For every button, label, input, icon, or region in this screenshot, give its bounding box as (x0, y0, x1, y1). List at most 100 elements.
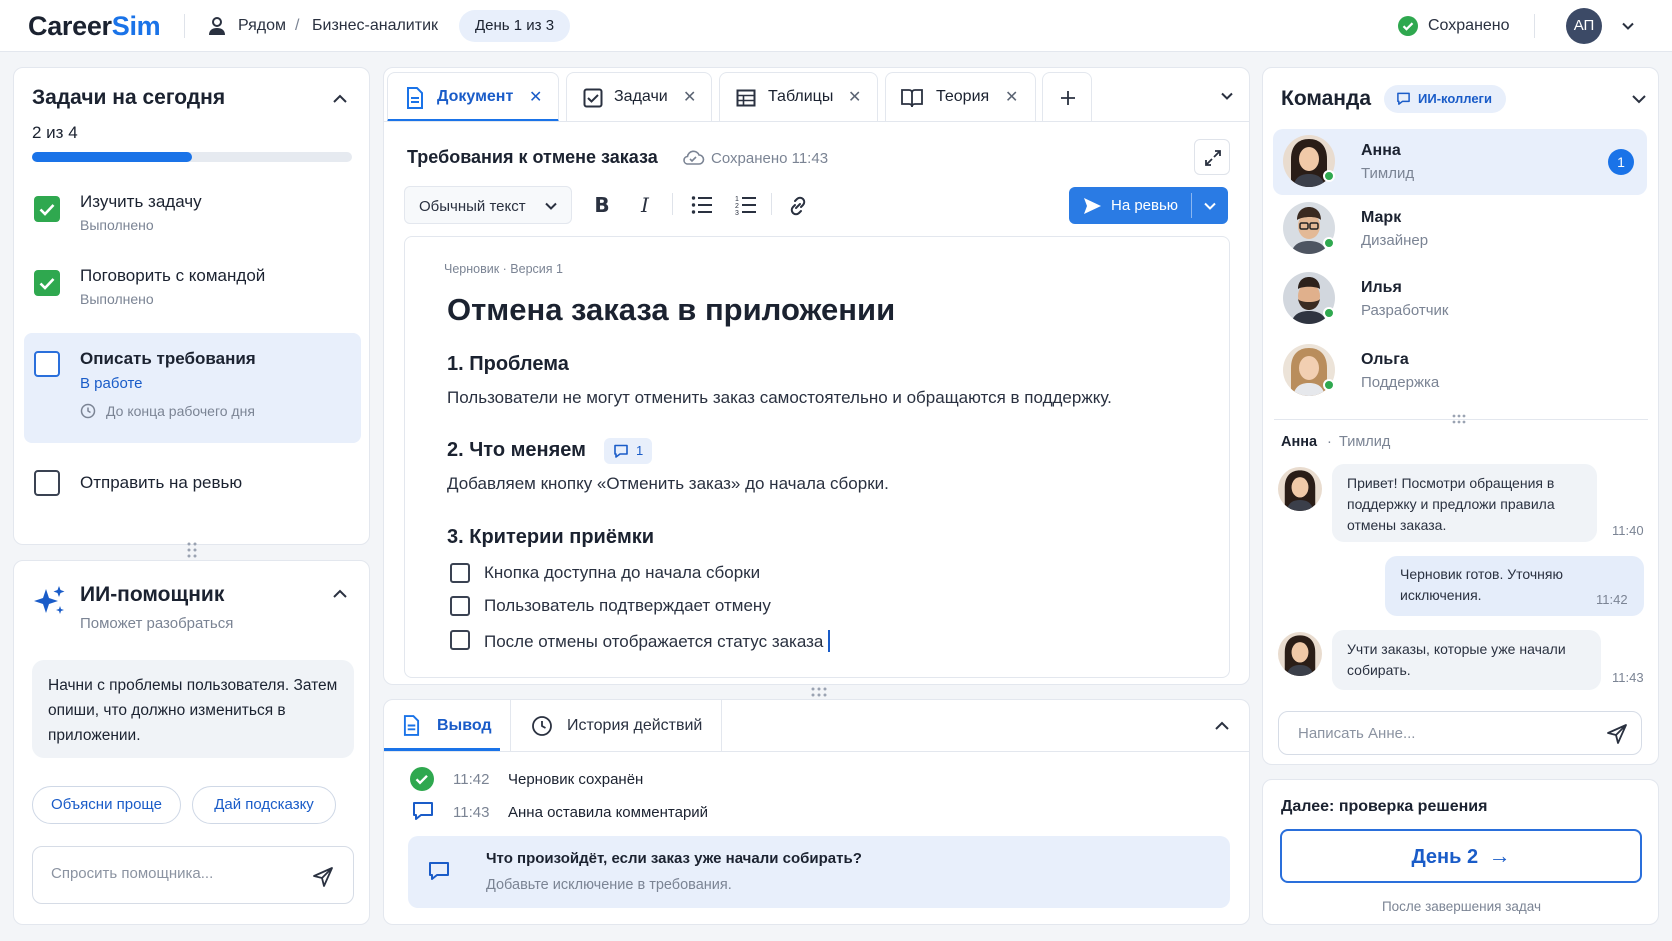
log-text: Черновик сохранён (508, 771, 644, 788)
user-icon (209, 17, 225, 35)
member-olga[interactable]: Ольга Поддержка (1273, 338, 1647, 404)
callout-title: Что произойдёт, если заказ уже начали со… (486, 850, 862, 867)
chevron-up-icon[interactable] (1213, 717, 1231, 735)
text-style-select[interactable]: Обычный текст (404, 186, 572, 224)
tasks-title: Задачи на сегодня (32, 86, 226, 109)
avatar[interactable]: АП (1566, 8, 1602, 44)
criteria-checkbox[interactable] (450, 563, 470, 583)
tab-output[interactable]: Вывод (384, 700, 500, 751)
task-title: Описать требования (80, 349, 256, 368)
tab-tasks[interactable]: Задачи ✕ (566, 72, 712, 122)
criteria-text: Пользователь подтверждает отмену (484, 596, 771, 615)
chevron-up-icon[interactable] (331, 585, 349, 603)
chevron-down-icon[interactable] (1219, 88, 1235, 104)
member-mark[interactable]: Марк Дизайнер (1273, 196, 1647, 262)
member-role: Тимлид (1361, 165, 1415, 182)
member-name: Илья (1361, 279, 1402, 296)
document-icon (403, 715, 420, 736)
avatar (1278, 632, 1322, 676)
member-role: Разработчик (1361, 302, 1449, 319)
chevron-down-icon[interactable] (1620, 18, 1636, 34)
message-time: 11:42 (1596, 592, 1628, 607)
text-cursor (828, 630, 831, 652)
explain-simpler-button[interactable]: Объясни проще (32, 786, 181, 824)
member-role: Дизайнер (1361, 232, 1429, 249)
section-title: 1. Проблема (447, 353, 569, 375)
close-icon[interactable]: ✕ (683, 87, 696, 107)
document-saved-time: Сохранено 11:43 (711, 150, 829, 167)
tab-document[interactable]: Документ ✕ (387, 72, 559, 122)
tab-label: Документ (437, 88, 514, 105)
assistant-panel: ИИ-помощник Поможет разобраться Начни с … (13, 560, 370, 925)
bold-button[interactable]: B (585, 188, 619, 222)
member-name: Марк (1361, 209, 1402, 226)
criteria-checkbox[interactable] (450, 596, 470, 616)
hint-button[interactable]: Дай подсказку (192, 786, 336, 824)
link-icon[interactable] (787, 195, 809, 217)
checkbox[interactable] (34, 351, 60, 377)
send-icon[interactable] (1606, 723, 1628, 745)
add-tab-button[interactable] (1042, 72, 1092, 122)
save-status: Сохранено (1428, 17, 1510, 34)
chevron-down-icon[interactable] (1202, 198, 1218, 214)
drag-handle-icon[interactable] (1451, 413, 1467, 425)
member-anna[interactable]: Анна Тимлид 1 (1273, 129, 1647, 195)
comment-icon (413, 802, 433, 820)
chat-partner-role: Тимлид (1339, 434, 1391, 450)
tab-tables[interactable]: Таблицы ✕ (719, 72, 878, 122)
assistant-subtitle: Поможет разобраться (80, 615, 234, 632)
ai-colleagues-badge: ИИ-коллеги (1384, 85, 1506, 113)
assistant-input[interactable]: Спросить помощника... (32, 846, 354, 904)
svg-text:3: 3 (735, 210, 739, 216)
close-icon[interactable]: ✕ (1005, 87, 1018, 107)
role-name: Бизнес-аналитик (312, 17, 439, 34)
checkbox[interactable] (34, 470, 60, 496)
chat-input[interactable]: Написать Анне... (1278, 711, 1642, 755)
drag-handle-icon[interactable] (810, 686, 828, 698)
send-icon (1084, 198, 1101, 214)
section-title: 3. Критерии приёмки (447, 526, 655, 548)
chat-partner-name: Анна (1281, 434, 1318, 450)
italic-button[interactable]: I (628, 188, 662, 222)
task-status: Выполнено (80, 217, 154, 233)
member-ilya[interactable]: Илья Разработчик (1273, 266, 1647, 332)
numbered-list-icon[interactable]: 123 (735, 194, 757, 216)
bullet-list-icon[interactable] (691, 195, 713, 215)
progress-bar (32, 152, 352, 162)
tab-label: Задачи (614, 88, 668, 105)
chevron-down-icon[interactable] (1630, 90, 1648, 108)
chat-message-outgoing: Черновик готов. Уточняю исключения. (1385, 556, 1644, 616)
close-icon[interactable]: ✕ (529, 87, 542, 107)
tab-theory[interactable]: Теория ✕ (885, 72, 1036, 122)
document-icon (407, 87, 423, 109)
criteria-text: После отмены отображается статус заказа (484, 630, 831, 652)
criteria-checkbox[interactable] (450, 630, 470, 650)
chat-message-incoming: Учти заказы, которые уже начали собирать… (1332, 630, 1601, 690)
task-item[interactable]: Изучить задачу Выполнено (14, 180, 371, 244)
tasks-panel: Задачи на сегодня 2 из 4 Изучить задачу … (13, 67, 370, 545)
assistant-input-placeholder: Спросить помощника... (51, 865, 214, 882)
clock-icon (80, 403, 96, 419)
task-item[interactable]: Поговорить с командой Выполнено (14, 254, 371, 318)
next-day-button[interactable]: День 2 → (1280, 829, 1642, 883)
comment-count: 1 (636, 443, 644, 458)
member-name: Ольга (1361, 351, 1409, 368)
chevron-up-icon[interactable] (331, 90, 349, 108)
close-icon[interactable]: ✕ (848, 87, 861, 107)
checkbox-checked[interactable] (34, 196, 60, 222)
task-item[interactable]: Отправить на ревью (14, 458, 371, 508)
online-indicator (1323, 237, 1335, 249)
send-icon[interactable] (312, 866, 334, 888)
comment-callout[interactable]: Что произойдёт, если заказ уже начали со… (408, 836, 1230, 908)
comment-icon (429, 862, 449, 880)
review-button[interactable]: На ревью (1069, 187, 1228, 224)
online-indicator (1323, 379, 1335, 391)
logo[interactable]: CareerSim (28, 11, 161, 42)
task-item-active[interactable]: Описать требования В работе До конца раб… (24, 333, 361, 443)
tab-label: Таблицы (768, 88, 834, 105)
checkbox-checked[interactable] (34, 270, 60, 296)
comment-badge[interactable]: 1 (604, 438, 652, 464)
tab-history[interactable]: История действий (511, 700, 721, 751)
section-text: Добавляем кнопку «Отменить заказ» до нач… (447, 474, 889, 493)
expand-button[interactable] (1194, 139, 1230, 175)
